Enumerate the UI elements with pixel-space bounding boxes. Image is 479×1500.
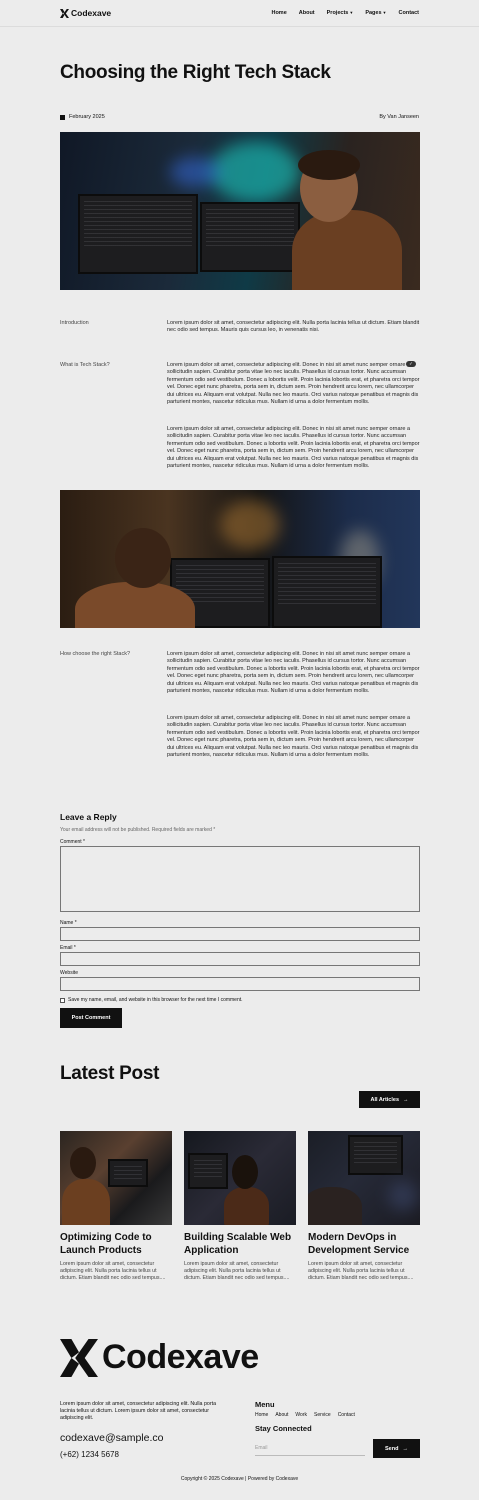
footer-menu: Home About Work Service Contact (255, 1412, 355, 1418)
hero-image (60, 132, 420, 290)
section-label-introduction: Introduction (60, 320, 89, 326)
intro-paragraph: Lorem ipsum dolor sit amet, consectetur … (167, 320, 420, 334)
card-title[interactable]: Optimizing Code to Launch Products (60, 1232, 172, 1257)
section-label-how-choose: How choose the right Stack? (60, 651, 131, 657)
all-articles-button[interactable]: All Articles → (359, 1091, 420, 1108)
nav-projects-label: Projects (326, 10, 349, 16)
email-label: Email * (60, 945, 76, 951)
what-is-paragraph-2: Lorem ipsum dolor sit amet, consectetur … (167, 426, 420, 470)
brand-logo[interactable]: Codexave (60, 8, 111, 18)
name-field[interactable] (60, 927, 420, 941)
footer-menu-about[interactable]: About (275, 1412, 288, 1418)
section-label-what-is: What is Tech Stack? (60, 362, 110, 368)
save-info-checkbox[interactable] (60, 997, 65, 1003)
card-title[interactable]: Modern DevOps in Development Service (308, 1232, 420, 1257)
footer-menu-title: Menu (255, 1400, 275, 1409)
nav-home[interactable]: Home (271, 10, 286, 16)
reply-title: Leave a Reply (60, 812, 117, 822)
reply-note: Your email address will not be published… (60, 827, 216, 833)
footer-description: Lorem ipsum dolor sit amet, consectetur … (60, 1401, 217, 1422)
nav-pages-label: Pages (365, 10, 382, 16)
card-excerpt: Lorem ipsum dolor sit amet, consectetur … (184, 1261, 290, 1282)
page-title: Choosing the Right Tech Stack (60, 62, 331, 83)
site-header: Codexave Home About Projects▼ Pages▼ Con… (0, 0, 479, 27)
nav-projects[interactable]: Projects▼ (327, 10, 354, 16)
codexave-logo-icon (60, 8, 69, 18)
comment-label: Comment * (60, 839, 86, 845)
footer-menu-service[interactable]: Service (314, 1412, 331, 1418)
stay-connected-title: Stay Connected (255, 1424, 312, 1433)
chevron-down-icon: ▼ (382, 10, 387, 15)
arrow-right-icon: → (403, 1096, 409, 1103)
how-choose-paragraph-2: Lorem ipsum dolor sit amet, consectetur … (167, 715, 420, 759)
check-icon: ✓ (406, 361, 416, 367)
footer-phone[interactable]: (+62) 1234 5678 (60, 1450, 119, 1459)
nav-pages[interactable]: Pages▼ (365, 10, 386, 16)
main-nav: Home About Projects▼ Pages▼ Contact (271, 10, 419, 16)
card-excerpt: Lorem ipsum dolor sit amet, consectetur … (60, 1261, 166, 1282)
comment-textarea[interactable] (60, 846, 420, 912)
card-image[interactable] (184, 1131, 296, 1225)
email-field[interactable] (60, 952, 420, 966)
date-marker-icon (60, 114, 65, 120)
what-is-paragraph-1: Lorem ipsum dolor sit amet, consectetur … (167, 362, 420, 406)
nav-about[interactable]: About (299, 10, 315, 16)
footer-email[interactable]: codexave@sample.co (60, 1432, 163, 1444)
how-choose-paragraph-1: Lorem ipsum dolor sit amet, consectetur … (167, 651, 420, 695)
card-title[interactable]: Building Scalable Web Application (184, 1232, 296, 1257)
copyright: Copyright © 2025 Codexave | Powered by C… (180, 1476, 299, 1482)
website-label: Website (60, 970, 78, 976)
send-button[interactable]: Send → (373, 1439, 420, 1458)
latest-post-title: Latest Post (60, 1063, 160, 1084)
save-info-label: Save my name, email, and website in this… (68, 997, 243, 1003)
card-image[interactable] (60, 1131, 172, 1225)
website-field[interactable] (60, 977, 420, 991)
all-articles-label: All Articles (370, 1096, 400, 1103)
name-label: Name * (60, 920, 77, 926)
card-image[interactable] (308, 1131, 420, 1225)
card-excerpt: Lorem ipsum dolor sit amet, consectetur … (308, 1261, 414, 1282)
article-image (60, 490, 420, 628)
newsletter-email-input[interactable]: Email (255, 1445, 365, 1456)
send-label: Send (385, 1445, 399, 1452)
chevron-down-icon: ▼ (349, 10, 354, 15)
codexave-logo-icon (60, 1338, 98, 1377)
save-info-row[interactable]: Save my name, email, and website in this… (60, 997, 243, 1003)
post-date-text: February 2025 (69, 114, 105, 120)
nav-contact[interactable]: Contact (399, 10, 419, 16)
footer-menu-work[interactable]: Work (295, 1412, 307, 1418)
post-date: February 2025 (60, 114, 105, 120)
footer-brand-name: Codexave (102, 1338, 259, 1376)
footer-menu-home[interactable]: Home (255, 1412, 268, 1418)
post-author: By Van Janseen (379, 114, 419, 120)
footer-menu-contact[interactable]: Contact (338, 1412, 355, 1418)
arrow-right-icon: → (402, 1445, 408, 1452)
brand-name: Codexave (71, 8, 112, 18)
footer-logo[interactable]: Codexave (60, 1338, 259, 1377)
post-comment-button[interactable]: Post Comment (60, 1008, 122, 1028)
